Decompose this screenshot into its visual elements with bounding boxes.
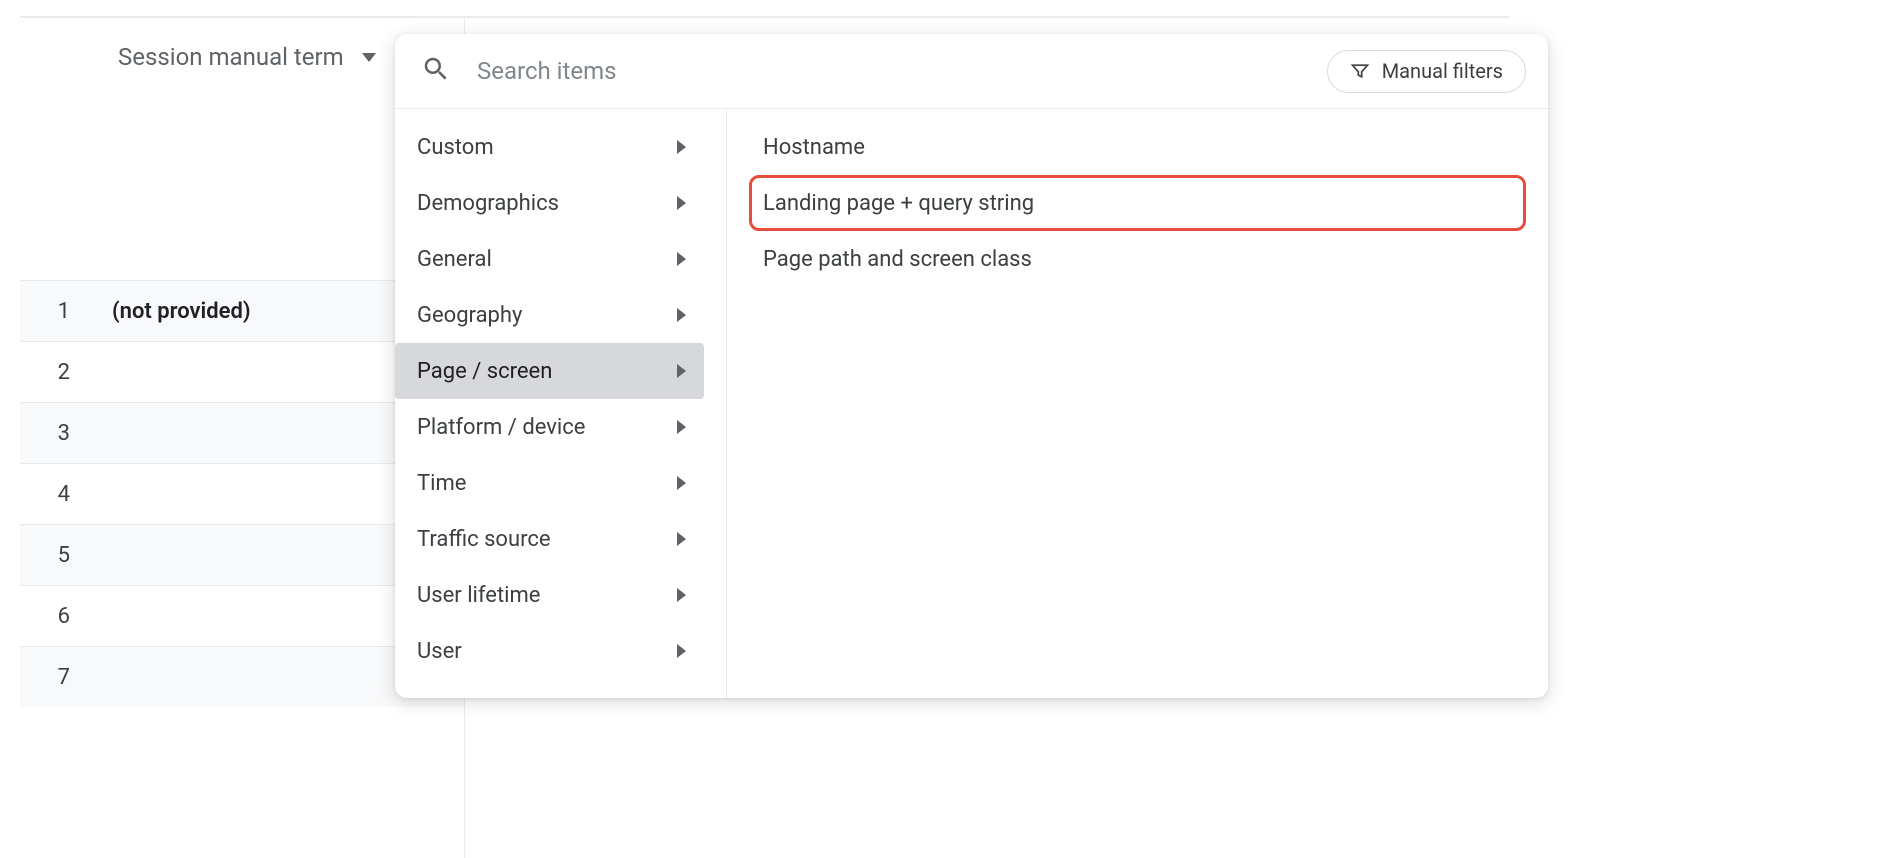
category-label: Geography <box>417 303 522 328</box>
category-label: User lifetime <box>417 583 540 608</box>
category-label: Time <box>417 471 466 496</box>
category-item[interactable]: User <box>395 623 704 679</box>
category-label: Platform / device <box>417 415 585 440</box>
row-number: 5 <box>50 543 70 568</box>
manual-filters-button[interactable]: Manual filters <box>1327 50 1526 93</box>
category-label: Custom <box>417 135 494 160</box>
category-label: Demographics <box>417 191 559 216</box>
filters-label: Manual filters <box>1382 59 1503 83</box>
chevron-right-icon <box>677 420 686 434</box>
popup-header: Manual filters <box>395 34 1548 109</box>
row-number: 7 <box>50 665 70 690</box>
search-input[interactable] <box>477 57 1301 85</box>
category-item[interactable]: General <box>395 231 704 287</box>
dimension-dropdown[interactable]: Session manual term <box>118 43 376 71</box>
category-item[interactable]: Time <box>395 455 704 511</box>
category-item[interactable]: User lifetime <box>395 567 704 623</box>
chevron-right-icon <box>677 308 686 322</box>
row-number: 6 <box>50 604 70 629</box>
category-item[interactable]: Traffic source <box>395 511 704 567</box>
category-item[interactable]: Page / screen <box>395 343 704 399</box>
row-value: (not provided) <box>112 299 251 324</box>
chevron-right-icon <box>677 532 686 546</box>
chevron-right-icon <box>677 588 686 602</box>
row-number: 3 <box>50 421 70 446</box>
row-number: 1 <box>50 299 70 324</box>
category-list: Custom Demographics General Geography Page /… <box>395 109 727 698</box>
category-item[interactable]: Demographics <box>395 175 704 231</box>
sub-dimension-item[interactable]: Page path and screen class <box>749 231 1526 287</box>
category-item[interactable]: Geography <box>395 287 704 343</box>
chevron-right-icon <box>677 252 686 266</box>
category-label: General <box>417 247 492 272</box>
chevron-right-icon <box>677 196 686 210</box>
sub-dimension-list: HostnameLanding page + query stringPage … <box>727 109 1548 698</box>
dimension-picker-popup: Manual filters Custom Demographics General… <box>395 34 1548 698</box>
header-divider <box>20 16 1509 18</box>
sub-dimension-item[interactable]: Hostname <box>749 119 1526 175</box>
filter-icon <box>1350 61 1370 81</box>
dimension-label: Session manual term <box>118 43 344 71</box>
chevron-right-icon <box>677 364 686 378</box>
category-item[interactable]: Custom <box>395 119 704 175</box>
row-number: 4 <box>50 482 70 507</box>
category-label: User <box>417 639 462 664</box>
chevron-right-icon <box>677 140 686 154</box>
sub-dimension-item[interactable]: Landing page + query string <box>749 175 1526 231</box>
category-label: Traffic source <box>417 527 551 552</box>
search-icon <box>421 54 451 89</box>
category-label: Page / screen <box>417 359 552 384</box>
chevron-right-icon <box>677 644 686 658</box>
chevron-right-icon <box>677 476 686 490</box>
category-item[interactable]: Platform / device <box>395 399 704 455</box>
popup-body: Custom Demographics General Geography Page /… <box>395 109 1548 698</box>
row-number: 2 <box>50 360 70 385</box>
chevron-down-icon <box>362 53 376 62</box>
